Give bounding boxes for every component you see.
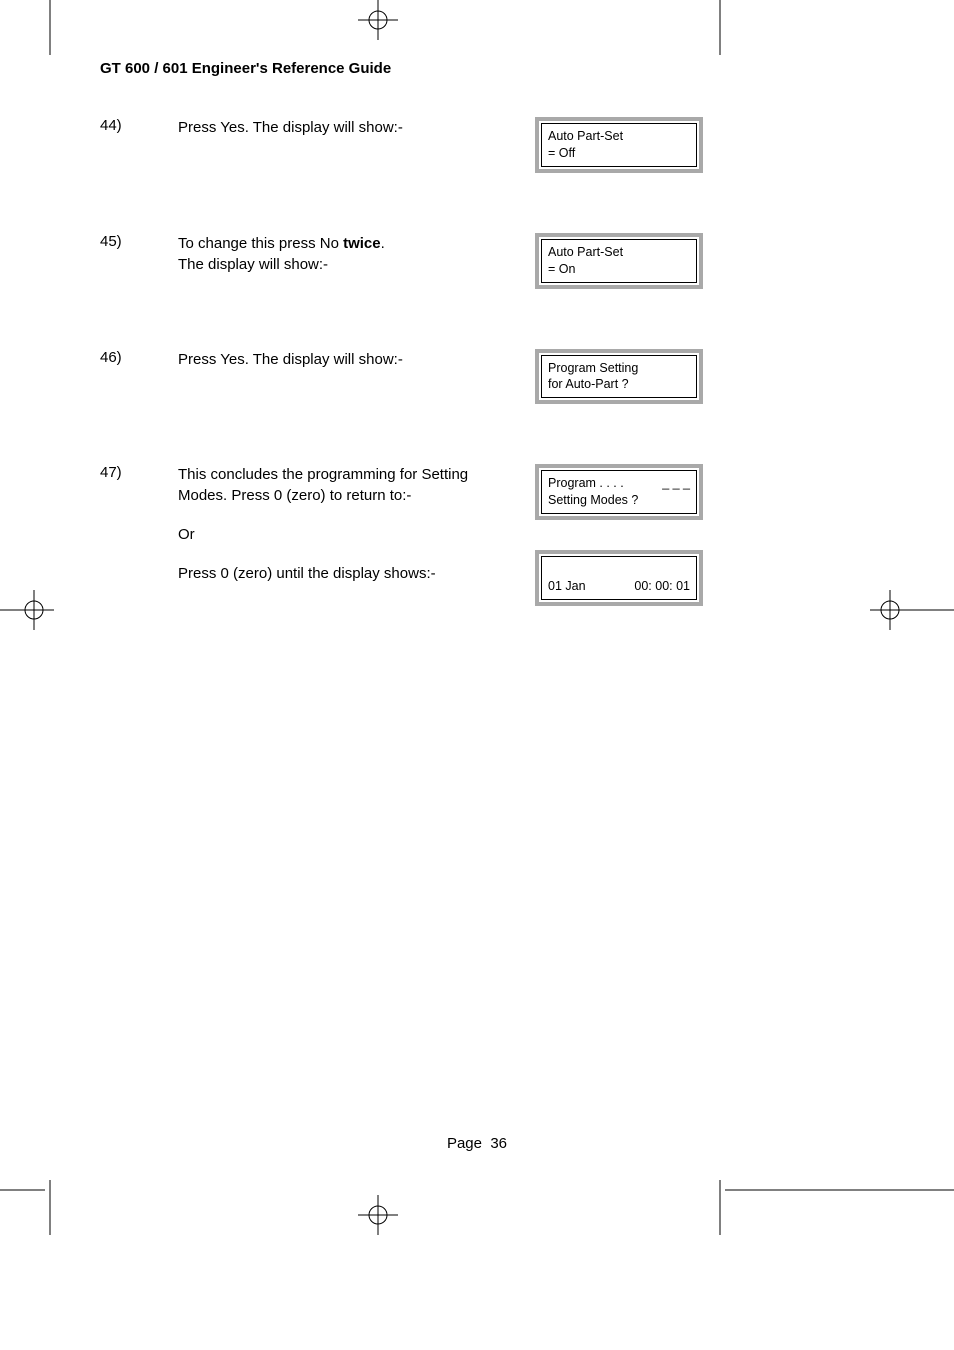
step-number: 46) [100, 349, 148, 366]
lcd-line2: for Auto-Part ? [548, 376, 690, 393]
step-text: Press Yes. The display will show:- [178, 349, 505, 370]
lcd-line1-right: _ _ _ [662, 475, 690, 492]
running-head: GT 600 / 601 Engineer's Reference Guide [100, 60, 730, 77]
lcd-line1: Auto Part-Set [548, 129, 623, 143]
page-num-value: 36 [490, 1135, 507, 1152]
step-text-2: The display will show:- [178, 256, 328, 273]
step-number: 47) [100, 464, 148, 481]
lcd-line1-right: 00: 00: 01 [634, 578, 690, 595]
page-label: Page [447, 1135, 482, 1152]
step-text: This concludes the programming for Setti… [178, 464, 505, 584]
step-or: Or [178, 524, 505, 545]
step-text: To change this press No twice. The displ… [178, 233, 505, 275]
lcd-line1: Auto Part-Set [548, 245, 623, 259]
lcd-line1-left: Program . . . . [548, 475, 624, 492]
lcd-line2: Setting Modes ? [548, 492, 690, 509]
step-row: 46) Press Yes. The display will show:- P… [100, 349, 730, 405]
lcd-display: Program . . . . _ _ _ Setting Modes ? [535, 464, 703, 520]
lcd-display: Auto Part-Set = Off [535, 117, 703, 173]
lcd-line1-left: 01 Jan [548, 578, 586, 595]
step-text: Press Yes. The display will show:- [178, 117, 505, 138]
step-text-1: This concludes the programming for Setti… [178, 464, 505, 506]
step-row: 44) Press Yes. The display will show:- A… [100, 117, 730, 173]
step-number: 44) [100, 117, 148, 134]
step-text-post: . [381, 235, 385, 252]
step-row: 47) This concludes the programming for S… [100, 464, 730, 606]
lcd-display: 01 Jan 00: 00: 01 [535, 550, 703, 606]
step-text-pre: To change this press No [178, 235, 343, 252]
page-number: Page 36 [0, 1135, 954, 1152]
lcd-line2: = Off [548, 145, 690, 162]
step-number: 45) [100, 233, 148, 250]
step-text-3: Press 0 (zero) until the display shows:- [178, 563, 505, 584]
lcd-display: Auto Part-Set = On [535, 233, 703, 289]
step-text-bold: twice [343, 235, 381, 252]
page-content: GT 600 / 601 Engineer's Reference Guide … [100, 60, 730, 606]
lcd-display: Program Setting for Auto-Part ? [535, 349, 703, 405]
lcd-line1: Program Setting [548, 361, 638, 375]
lcd-line2: = On [548, 261, 690, 278]
step-row: 45) To change this press No twice. The d… [100, 233, 730, 289]
